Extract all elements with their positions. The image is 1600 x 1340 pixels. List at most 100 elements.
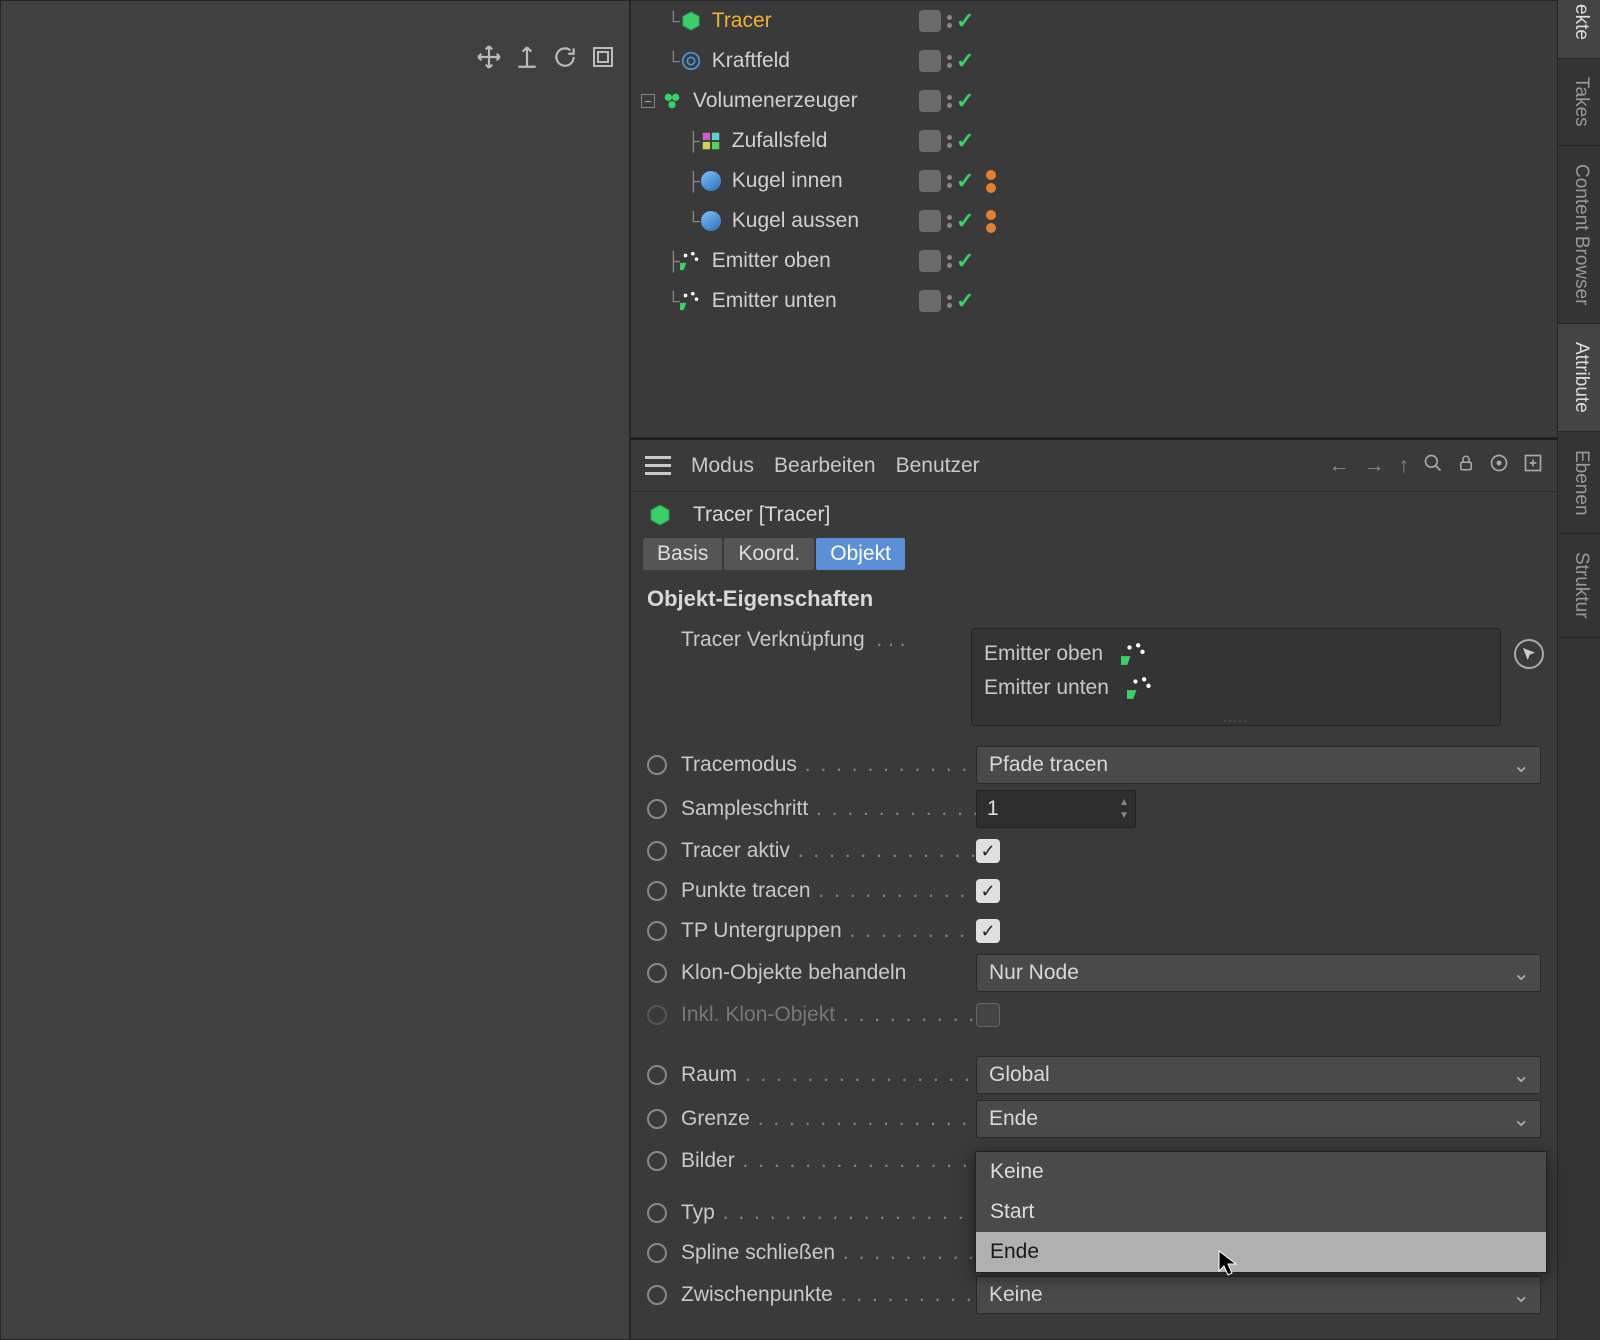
visibility-check-icon[interactable]: ✓ [956,48,974,74]
tree-row-zufallsfeld[interactable]: ├ Zufallsfeld ✓ [631,121,1557,161]
tree-row-kugel-aussen[interactable]: └ Kugel aussen ✓ [631,201,1557,241]
visibility-check-icon[interactable]: ✓ [956,248,974,274]
object-manager[interactable]: └ Tracer ✓ └ Kraftfeld ✓ − [630,0,1558,438]
dropdown-klon[interactable]: Nur Node⌄ [976,954,1541,992]
popup-item-start[interactable]: Start [976,1192,1546,1232]
anim-radio[interactable] [647,963,667,983]
sidetab-struktur[interactable]: Struktur [1558,534,1600,638]
rotate-icon[interactable] [551,43,579,71]
checkbox[interactable]: ✓ [976,919,1000,943]
menu-bearbeiten[interactable]: Bearbeiten [774,454,876,478]
anim-radio[interactable] [647,1243,667,1263]
anim-radio[interactable] [647,1203,667,1223]
tag-icon[interactable] [986,170,996,193]
attribute-manager[interactable]: Modus Bearbeiten Benutzer ← → ↑ Tracer [… [630,438,1558,1340]
anim-radio[interactable] [647,799,667,819]
layer-toggle[interactable] [919,250,941,272]
sidetab-content-browser[interactable]: Content Browser [1558,146,1600,325]
viewport-wireframe [1,1,301,151]
target-icon[interactable] [1489,453,1509,479]
prop-label: Punkte tracen [681,879,976,903]
tab-objekt[interactable]: Objekt [816,538,905,570]
tree-row-emitter-oben[interactable]: ├ Emitter oben ✓ [631,241,1557,281]
dropdown-zwischenpunkte[interactable]: Keine⌄ [976,1276,1541,1314]
tree-row-emitter-unten[interactable]: └ Emitter unten ✓ [631,281,1557,321]
menu-modus[interactable]: Modus [691,454,754,478]
link-box[interactable]: Emitter oben Emitter unten ∙∙∙∙∙ [971,628,1501,726]
resize-grip-icon[interactable]: ∙∙∙∙∙ [1223,715,1248,727]
anim-radio[interactable] [647,1151,667,1171]
popup-item-keine[interactable]: Keine [976,1152,1546,1192]
tree-row-volumenerzeuger[interactable]: − Volumenerzeuger ✓ [631,81,1557,121]
dropdown-tracemodus[interactable]: Pfade tracen⌄ [976,746,1541,784]
object-header: Tracer [Tracer] [631,492,1557,538]
layer-toggle[interactable] [919,130,941,152]
nav-forward-icon[interactable]: → [1364,454,1385,478]
tree-label[interactable]: Kraftfeld [712,49,790,73]
move-icon[interactable] [475,43,503,71]
tree-row-kugel-innen[interactable]: ├ Kugel innen ✓ [631,161,1557,201]
tree-row-tracer[interactable]: └ Tracer ✓ [631,1,1557,41]
visibility-check-icon[interactable]: ✓ [956,8,974,34]
new-window-icon[interactable] [1523,453,1543,479]
anim-radio[interactable] [647,1109,667,1129]
expander-icon[interactable]: − [641,94,655,108]
popup-item-ende[interactable]: Ende [976,1232,1546,1272]
dropdown-grenze[interactable]: Ende⌄ [976,1100,1541,1138]
layer-toggle[interactable] [919,210,941,232]
anim-radio[interactable] [647,755,667,775]
visibility-check-icon[interactable]: ✓ [956,168,974,194]
tree-row-kraftfeld[interactable]: └ Kraftfeld ✓ [631,41,1557,81]
tree-label[interactable]: Tracer [712,9,772,33]
visibility-check-icon[interactable]: ✓ [956,128,974,154]
layer-toggle[interactable] [919,10,941,32]
sidetab-ebenen[interactable]: Ebenen [1558,432,1600,535]
link-item[interactable]: Emitter oben [984,637,1488,671]
link-item[interactable]: Emitter unten [984,671,1488,705]
menu-benutzer[interactable]: Benutzer [896,454,980,478]
sidetab-attribute[interactable]: Attribute [1558,324,1600,432]
tab-koord[interactable]: Koord. [724,538,814,570]
dropdown-popup[interactable]: Keine Start Ende [975,1151,1547,1273]
tree-label[interactable]: Volumenerzeuger [693,89,858,113]
prop-label: Tracer Verknüpfung . . . [681,628,971,652]
viewport[interactable] [0,0,630,1340]
visibility-check-icon[interactable]: ✓ [956,88,974,114]
number-field[interactable]: 1▲▼ [976,790,1136,828]
tree-label[interactable]: Emitter oben [712,249,831,273]
pick-arrow-icon[interactable] [1514,639,1544,669]
nav-up-icon[interactable]: ↑ [1399,454,1410,478]
anim-radio[interactable] [647,1065,667,1085]
checkbox[interactable]: ✓ [976,839,1000,863]
tab-basis[interactable]: Basis [643,538,722,570]
anim-radio[interactable] [647,1285,667,1305]
layer-toggle[interactable] [919,290,941,312]
dropdown-raum[interactable]: Global⌄ [976,1056,1541,1094]
spinner-icon[interactable]: ▲▼ [1119,797,1129,821]
anim-radio[interactable] [647,881,667,901]
sidetab-takes[interactable]: Takes [1558,59,1600,146]
nav-back-icon[interactable]: ← [1329,454,1350,478]
updown-icon[interactable] [513,43,541,71]
connector-icon: └ [667,11,678,32]
tree-label[interactable]: Zufallsfeld [732,129,828,153]
tag-icon[interactable] [986,210,996,233]
checkbox[interactable]: ✓ [976,879,1000,903]
search-icon[interactable] [1423,453,1443,479]
anim-radio[interactable] [647,921,667,941]
prop-tracer-link: Tracer Verknüpfung . . . Emitter oben Em… [631,622,1557,729]
visibility-check-icon[interactable]: ✓ [956,208,974,234]
menu-icon[interactable] [645,456,671,475]
tree-label[interactable]: Emitter unten [712,289,837,313]
anim-radio[interactable] [647,841,667,861]
layer-toggle[interactable] [919,90,941,112]
frame-icon[interactable] [589,43,617,71]
visibility-check-icon[interactable]: ✓ [956,288,974,314]
layer-toggle[interactable] [919,50,941,72]
layer-toggle[interactable] [919,170,941,192]
lock-icon[interactable] [1457,453,1475,479]
sidetab-objekte[interactable]: ekte [1558,0,1600,59]
tree-label[interactable]: Kugel aussen [732,209,859,233]
connector-icon: ├ [687,131,698,152]
tree-label[interactable]: Kugel innen [732,169,843,193]
